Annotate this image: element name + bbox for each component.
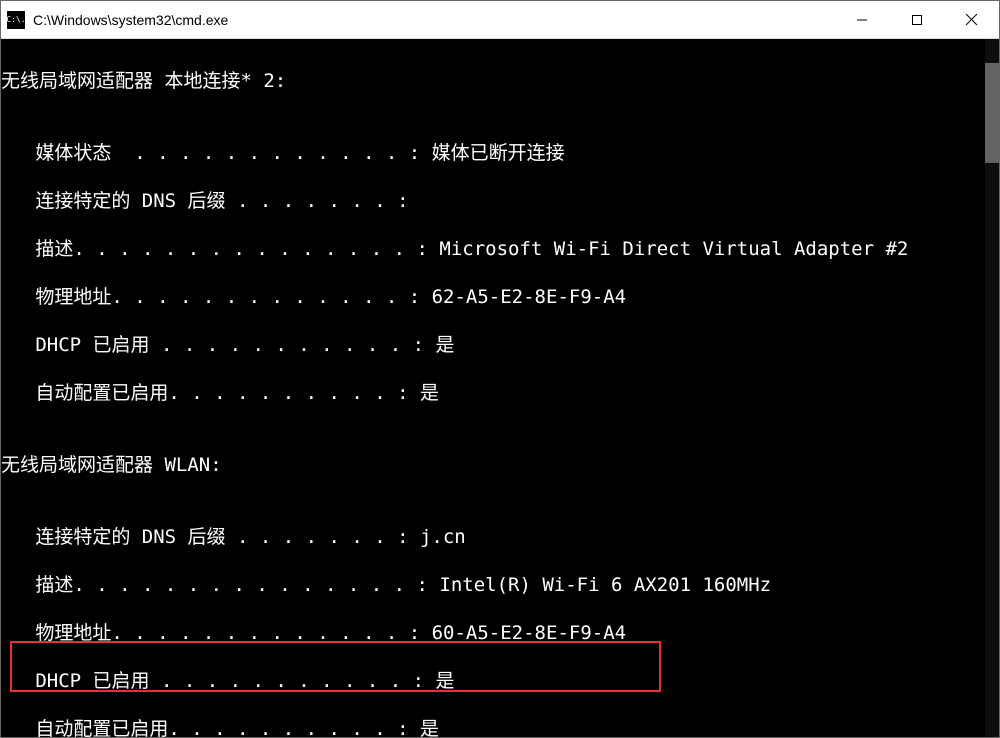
close-button[interactable] — [944, 1, 999, 38]
adapter-header: 无线局域网适配器 本地连接* 2: — [1, 69, 999, 93]
window-controls — [834, 1, 999, 38]
output-row: 自动配置已启用. . . . . . . . . . : 是 — [1, 717, 999, 737]
maximize-button[interactable] — [889, 1, 944, 38]
adapter-header: 无线局域网适配器 WLAN: — [1, 453, 999, 477]
output-row: 描述. . . . . . . . . . . . . . . : Micros… — [1, 237, 999, 261]
maximize-icon — [911, 14, 923, 26]
output-row: 物理地址. . . . . . . . . . . . . : 62-A5-E2… — [1, 285, 999, 309]
window-title: C:\Windows\system32\cmd.exe — [33, 12, 834, 28]
terminal-output: 无线局域网适配器 本地连接* 2: 媒体状态 . . . . . . . . .… — [1, 39, 999, 737]
output-row: DHCP 已启用 . . . . . . . . . . . : 是 — [1, 333, 999, 357]
output-row: 自动配置已启用. . . . . . . . . . : 是 — [1, 381, 999, 405]
titlebar[interactable]: C:\. C:\Windows\system32\cmd.exe — [1, 1, 999, 39]
output-row: 连接特定的 DNS 后缀 . . . . . . . : — [1, 189, 999, 213]
scrollbar-thumb[interactable] — [985, 63, 999, 163]
minimize-button[interactable] — [834, 1, 889, 38]
output-row: 描述. . . . . . . . . . . . . . . : Intel(… — [1, 573, 999, 597]
cmd-window: C:\. C:\Windows\system32\cmd.exe 无线局域网适配… — [0, 0, 1000, 738]
output-row: 媒体状态 . . . . . . . . . . . . : 媒体已断开连接 — [1, 141, 999, 165]
scrollbar-track[interactable] — [985, 39, 999, 737]
output-row: 连接特定的 DNS 后缀 . . . . . . . : j.cn — [1, 525, 999, 549]
output-row: 物理地址. . . . . . . . . . . . . : 60-A5-E2… — [1, 621, 999, 645]
terminal-area[interactable]: 无线局域网适配器 本地连接* 2: 媒体状态 . . . . . . . . .… — [1, 39, 999, 737]
cmd-app-icon: C:\. — [7, 11, 25, 29]
minimize-icon — [856, 14, 868, 26]
close-icon — [965, 13, 978, 26]
output-row: DHCP 已启用 . . . . . . . . . . . : 是 — [1, 669, 999, 693]
